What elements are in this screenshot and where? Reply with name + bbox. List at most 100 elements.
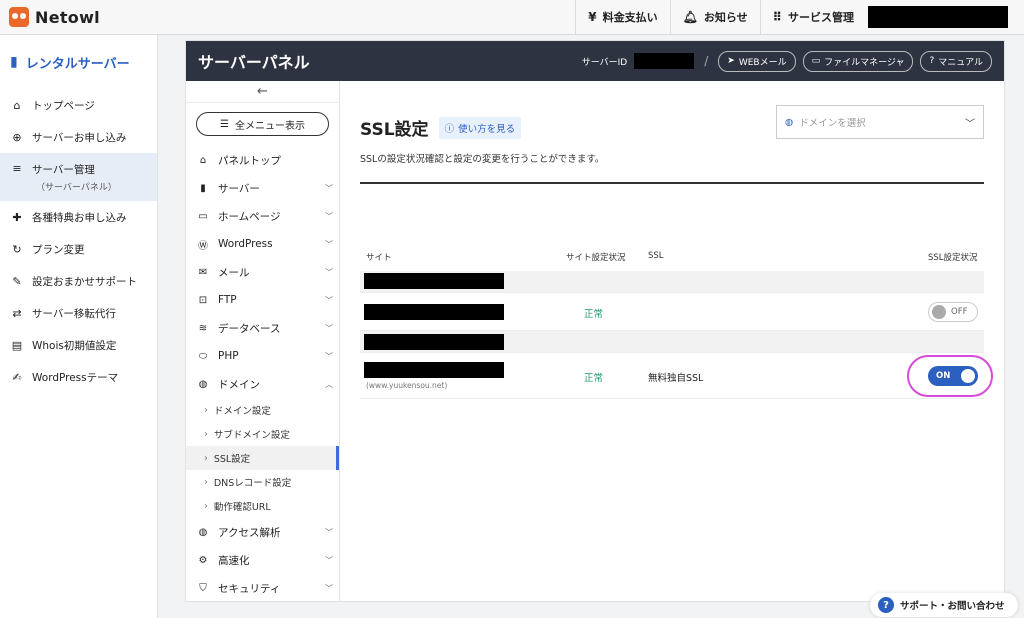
nav-item-label: 高速化 — [218, 554, 250, 567]
nav-item-label: ドメイン — [218, 378, 260, 391]
logo[interactable]: Netowl — [9, 7, 100, 27]
chevron-right-icon: › — [204, 452, 208, 464]
redacted-site — [364, 304, 504, 320]
nav-sub-ssl-settings[interactable]: › SSL設定 — [186, 446, 339, 470]
sidebar-item-wp-theme[interactable]: ✍ WordPressテーマ — [0, 361, 157, 393]
notifications-button[interactable]: 🔔︎ お知らせ — [669, 0, 760, 34]
file-manager-button[interactable]: ▭ ファイルマネージャ — [802, 50, 914, 72]
site-status: 正常 — [584, 373, 604, 384]
sidebar-item-label: 各種特典お申し込み — [32, 211, 127, 224]
table-row-domain-2 — [360, 331, 984, 353]
sidebar-item-top[interactable]: ⌂ トップページ — [0, 89, 157, 121]
brand-name: Netowl — [35, 7, 100, 27]
ssl-settings-content: SSL設定 ⓘ 使い方を見る ◍ ドメインを選択 ﹀ SSLの設定状況確認と設定… — [340, 81, 1004, 601]
nav-item-php[interactable]: ⬭ PHP ﹀ — [186, 342, 339, 370]
howto-label: 使い方を見る — [458, 123, 516, 135]
server-move-icon: ⇄ — [12, 306, 22, 320]
nav-item-label: アクセス解析 — [218, 526, 281, 539]
document-icon: ▤ — [11, 338, 23, 352]
service-management-button[interactable]: ⠿ サービス管理 — [759, 0, 1024, 34]
ssl-type: 無料独自SSL — [648, 373, 704, 384]
nav-item-ftp[interactable]: ⊡ FTP ﹀ — [186, 286, 339, 314]
chevron-down-icon: ﹀ — [325, 527, 333, 537]
owl-logo-icon — [9, 7, 29, 27]
panel-nav: ← ☰ 全メニュー表示 ⌂ パネルトップ ▮ サーバー ﹀ ▭ ホームページ ﹀… — [186, 81, 340, 601]
sidebar-item-whois[interactable]: ▤ Whois初期値設定 — [0, 329, 157, 361]
sidebar-item-plan-change[interactable]: ↻ プラン変更 — [0, 233, 157, 265]
sidebar-item-setup-support[interactable]: ✎ 設定おまかせサポート — [0, 265, 157, 297]
nav-item-server[interactable]: ▮ サーバー ﹀ — [186, 174, 339, 202]
nav-sub-dns-records[interactable]: › DNSレコード設定 — [186, 470, 339, 494]
webmail-button[interactable]: ➤ WEBメール — [718, 50, 796, 72]
help-icon: ? — [929, 56, 935, 66]
support-button[interactable]: ? サポート・お問い合わせ — [870, 593, 1018, 617]
nav-item-security[interactable]: ⛉ セキュリティ ﹀ — [186, 574, 339, 602]
folder-icon: ▭ — [811, 56, 821, 66]
sidebar-item-label: 設定おまかせサポート — [32, 275, 137, 288]
nav-item-homepage[interactable]: ▭ ホームページ ﹀ — [186, 202, 339, 230]
panel-header-actions: サーバーID / ➤ WEBメール ▭ ファイルマネージャ ? マニュアル — [582, 50, 992, 72]
column-header-status: サイト設定状況 — [566, 253, 626, 263]
refresh-icon: ↻ — [12, 242, 22, 256]
sidebar-item-label-wrap: サーバー管理 （サーバーパネル） — [32, 162, 117, 193]
nav-item-analytics[interactable]: ◍ アクセス解析 ﹀ — [186, 518, 339, 546]
chevron-down-icon: ﹀ — [325, 351, 333, 361]
manual-button[interactable]: ? マニュアル — [920, 50, 992, 72]
chevron-down-icon: ﹀ — [325, 239, 333, 249]
globe-icon: ◍ — [785, 116, 794, 128]
sidebar-item-sublabel: （サーバーパネル） — [36, 183, 117, 193]
chevron-down-icon: ﹀ — [325, 295, 333, 305]
nav-item-mail[interactable]: ✉ メール ﹀ — [186, 258, 339, 286]
collapse-nav-button[interactable]: ← — [186, 81, 339, 103]
chevron-right-icon: › — [204, 428, 208, 440]
all-menu-button[interactable]: ☰ 全メニュー表示 — [196, 112, 329, 136]
nav-item-domain[interactable]: ◍ ドメイン ︿ — [186, 370, 339, 398]
chevron-down-icon: ﹀ — [965, 118, 975, 130]
globe-icon: ◍ — [198, 378, 208, 390]
domain-select[interactable]: ◍ ドメインを選択 ﹀ — [776, 105, 984, 139]
shield-icon: ⛉ — [199, 582, 207, 594]
php-icon: ⬭ — [198, 350, 208, 362]
nav-item-database[interactable]: ≋ データベース ﹀ — [186, 314, 339, 342]
nav-sub-test-url[interactable]: › 動作確認URL — [186, 494, 339, 518]
column-header-site: サイト — [366, 253, 392, 263]
menu-icon: ☰ — [220, 118, 229, 130]
site-status: 正常 — [584, 309, 604, 320]
sidebar-item-server-apply[interactable]: ⊕ サーバーお申し込み — [0, 121, 157, 153]
sidebar-item-label: サーバー管理 — [32, 164, 95, 176]
sidebar-item-benefits[interactable]: ✚ 各種特典お申し込み — [0, 201, 157, 233]
billing-button[interactable]: ¥ 料金支払い — [575, 0, 669, 34]
billing-label: 料金支払い — [602, 11, 658, 24]
nav-item-label: WordPress — [218, 238, 273, 250]
plus-circle-icon: ⊕ — [12, 130, 22, 144]
redacted-server-id — [634, 53, 695, 69]
nav-item-speedup[interactable]: ⚙ 高速化 ﹀ — [186, 546, 339, 574]
home-icon: ⌂ — [13, 98, 21, 112]
sidebar-item-server-management[interactable]: ≡ サーバー管理 （サーバーパネル） — [0, 153, 157, 201]
howto-button[interactable]: ⓘ 使い方を見る — [438, 116, 522, 139]
redacted-site — [364, 362, 504, 378]
nav-item-panel-top[interactable]: ⌂ パネルトップ — [186, 146, 339, 174]
page-title: SSL設定 — [360, 120, 429, 140]
ssl-toggle-off[interactable]: OFF — [928, 302, 978, 322]
sidebar-title[interactable]: ▮ レンタルサーバー — [0, 35, 157, 89]
sidebar-item-label: プラン変更 — [32, 243, 85, 256]
nav-sub-domain-settings[interactable]: › ドメイン設定 — [186, 398, 339, 422]
sidebar-title-label: レンタルサーバー — [25, 56, 130, 72]
separator: / — [704, 54, 709, 68]
nav-item-label: メール — [218, 266, 250, 279]
service-management-label: サービス管理 — [788, 11, 854, 24]
chevron-up-icon: ︿ — [325, 379, 333, 389]
column-header-ssl: SSL — [648, 251, 664, 261]
toggle-label: OFF — [951, 307, 968, 317]
sidebar-item-migration[interactable]: ⇄ サーバー移転代行 — [0, 297, 157, 329]
redacted-account — [868, 6, 1008, 28]
nav-item-wordpress[interactable]: Ⓦ WordPress ﹀ — [186, 230, 339, 258]
table-row: (www.yuukensou.net) 正常 無料独自SSL ON — [360, 353, 993, 399]
nav-sub-label: ドメイン設定 — [213, 406, 271, 417]
nav-sub-label: 動作確認URL — [213, 502, 271, 513]
nav-item-label: データベース — [218, 322, 281, 335]
webmail-label: WEBメール — [738, 57, 787, 68]
nav-sub-subdomain-settings[interactable]: › サブドメイン設定 — [186, 422, 339, 446]
chevron-right-icon: › — [204, 476, 208, 488]
